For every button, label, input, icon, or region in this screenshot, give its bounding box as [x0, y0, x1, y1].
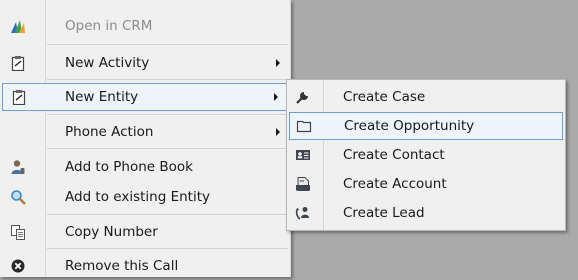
menu-separator	[47, 214, 288, 215]
folder-icon	[296, 118, 312, 134]
contact-card-icon	[295, 147, 311, 163]
magnifier-icon	[10, 189, 26, 205]
menu-item-label: New Entity	[65, 89, 139, 105]
menu-item-label: New Activity	[65, 55, 150, 71]
menu-item-copy-number[interactable]: Copy Number	[0, 218, 290, 246]
submenu-item-create-account[interactable]: Create Account	[287, 170, 565, 198]
menu-separator	[47, 79, 288, 80]
menu-item-label: Open in CRM	[65, 18, 153, 34]
menu-separator	[47, 148, 288, 149]
menu-item-label: Add to existing Entity	[65, 189, 210, 205]
menu-item-new-activity[interactable]: New Activity	[0, 49, 290, 77]
account-icon	[295, 176, 311, 192]
copy-icon	[10, 224, 26, 240]
crm-logo-icon	[10, 18, 26, 34]
context-menu: Open in CRM New Activity New Entity Phon…	[0, 0, 291, 277]
submenu-item-create-lead[interactable]: Create Lead	[287, 199, 565, 227]
submenu-item-create-opportunity[interactable]: Create Opportunity	[289, 112, 563, 140]
menu-item-new-entity[interactable]: New Entity	[2, 83, 287, 111]
menu-separator	[47, 248, 288, 249]
submenu-item-create-contact[interactable]: Create Contact	[287, 141, 565, 169]
submenu-arrow-icon	[276, 59, 280, 67]
menu-item-add-to-phone-book[interactable]: Add to Phone Book	[0, 153, 290, 181]
clipboard-icon	[10, 55, 26, 71]
menu-item-label: Phone Action	[65, 124, 154, 140]
menu-item-label: Copy Number	[65, 224, 158, 240]
lead-icon	[295, 205, 311, 221]
submenu-item-label: Create Account	[343, 176, 447, 192]
submenu-arrow-icon	[274, 93, 278, 101]
menu-item-add-to-existing-entity[interactable]: Add to existing Entity	[0, 183, 290, 211]
new-entity-submenu: Create Case Create Opportunity Create Co…	[286, 79, 566, 231]
menu-item-label: Add to Phone Book	[65, 159, 193, 175]
submenu-item-label: Create Lead	[343, 205, 425, 221]
menu-item-phone-action[interactable]: Phone Action	[0, 118, 290, 146]
submenu-arrow-icon	[276, 128, 280, 136]
submenu-item-create-case[interactable]: Create Case	[287, 83, 565, 111]
menu-item-label: Remove this Call	[65, 258, 179, 274]
clipboard-icon	[11, 89, 27, 105]
submenu-item-label: Create Opportunity	[344, 118, 475, 134]
menu-separator	[47, 114, 288, 115]
menu-item-remove-this-call[interactable]: Remove this Call	[0, 252, 290, 280]
menu-separator	[47, 44, 288, 45]
remove-circle-icon	[10, 258, 26, 274]
wrench-icon	[295, 89, 311, 105]
menu-item-open-in-crm: Open in CRM	[0, 12, 290, 40]
submenu-item-label: Create Contact	[343, 147, 445, 163]
person-phone-icon	[10, 159, 26, 175]
submenu-item-label: Create Case	[343, 89, 426, 105]
